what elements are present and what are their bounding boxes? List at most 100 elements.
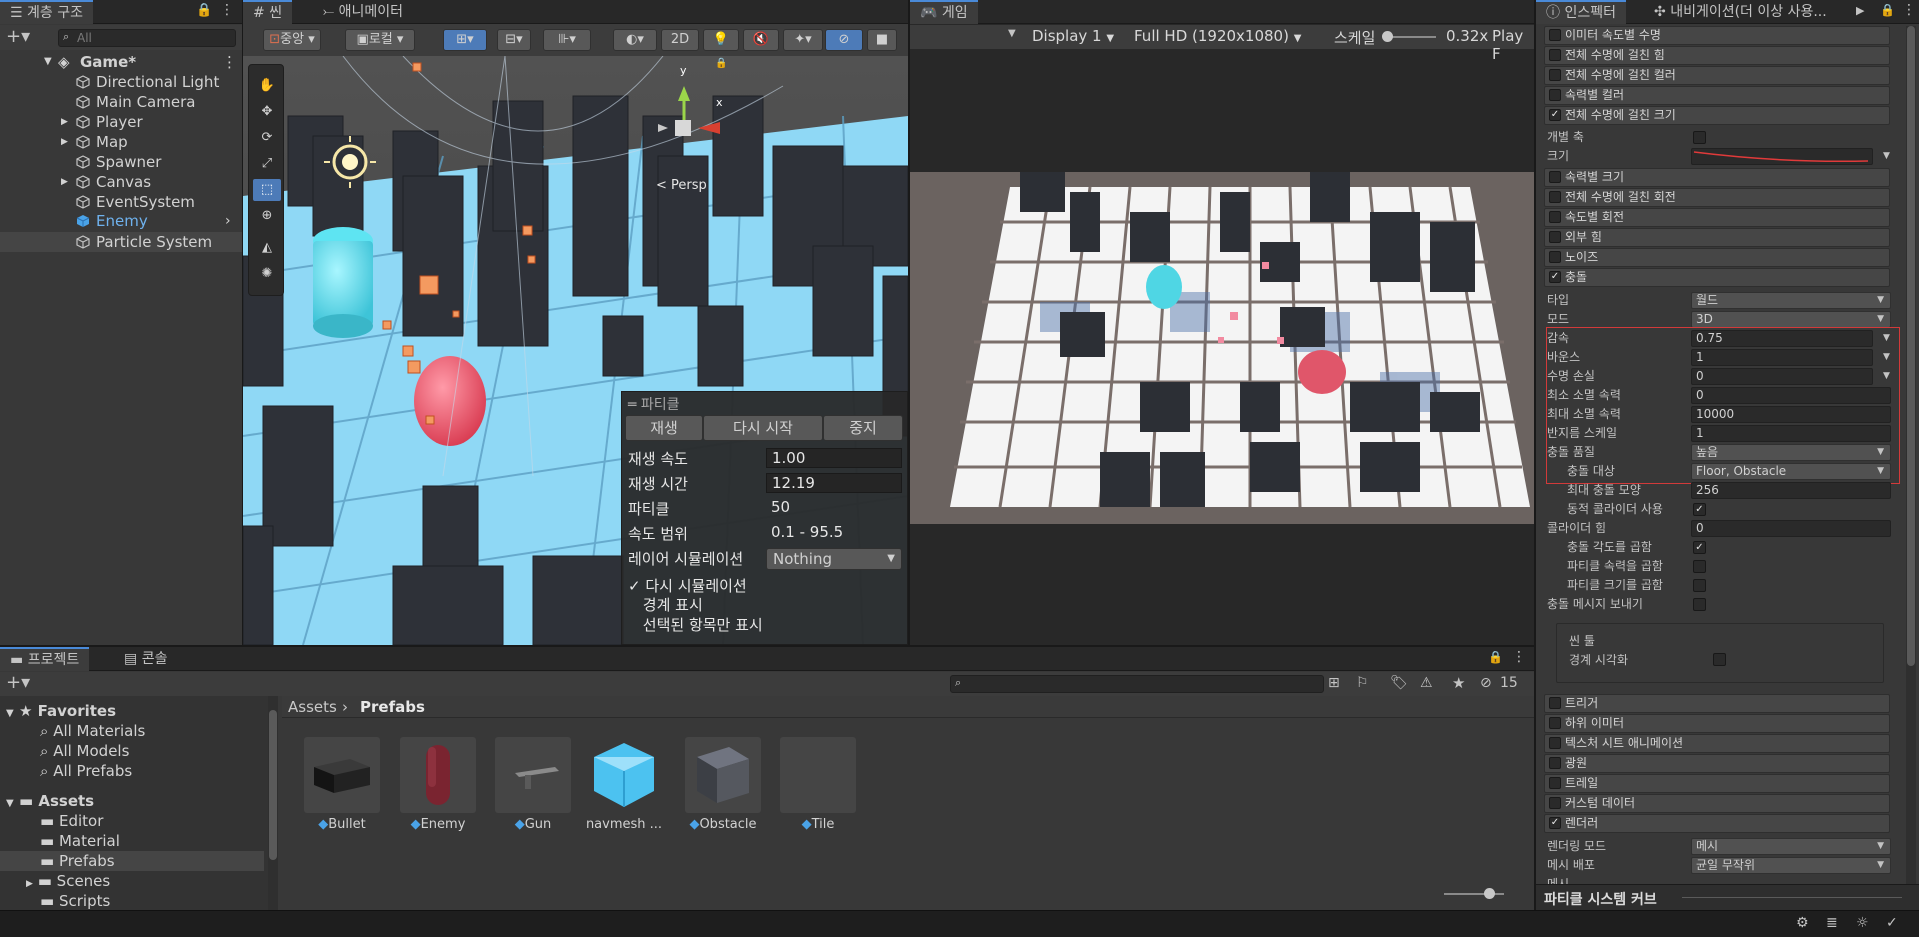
folder-prefabs[interactable]: ▬ Prefabs [0, 851, 264, 871]
scene-root-item[interactable]: ▼ ◈ Game* ⋮ [0, 52, 240, 72]
debug-icon[interactable]: ⚙ [1796, 915, 1809, 931]
increment-snap-button[interactable]: ⊪▾ [543, 29, 591, 51]
max-collision-shapes-field[interactable]: 256 [1691, 482, 1891, 499]
project-search-input[interactable]: ⌕ [950, 675, 1324, 693]
module-noise[interactable]: 노이즈 [1544, 248, 1890, 267]
collision-mode-dropdown[interactable]: 3D ▼ [1691, 311, 1891, 328]
breadcrumb-root[interactable]: Assets [288, 698, 337, 716]
module-checkbox[interactable] [1549, 29, 1561, 41]
chevron-right-icon[interactable]: ▶ [1856, 4, 1864, 17]
collision-type-dropdown[interactable]: 월드 ▼ [1691, 292, 1891, 309]
custom-tool-icon[interactable]: ◭ [253, 237, 281, 259]
move-tool-icon[interactable]: ✥ [253, 101, 281, 123]
module-trails[interactable]: 트레일 [1544, 774, 1890, 793]
scale-slider-thumb[interactable] [1382, 31, 1393, 42]
module-checkbox[interactable] [1549, 251, 1561, 263]
tag-icon[interactable]: 🏷 [1390, 675, 1408, 691]
resolution-dropdown[interactable]: Full HD (1920x1080) ▼ [1134, 27, 1301, 45]
module-external-forces[interactable]: 외부 힘 [1544, 228, 1890, 247]
module-renderer[interactable]: ✓ 렌더러 [1544, 814, 1890, 833]
space-dropdown[interactable]: ▣로컬 ▾ [345, 29, 415, 51]
module-checkbox[interactable] [1549, 231, 1561, 243]
module-checkbox[interactable] [1549, 69, 1561, 81]
favorite-all-prefabs[interactable]: ⌕ All Prefabs [40, 761, 132, 781]
scene-viewport[interactable]: y x 🔒 < Persp ✋ ✥ ⟳ ⤢ ⬚ ⊕ ◭ ✺ ═ 파티클 재생 다… [243, 56, 908, 645]
pivot-dropdown[interactable]: ⊡중앙 ▾ [263, 29, 321, 51]
favorites-header[interactable]: ▼ ★ Favorites [6, 701, 116, 721]
inspector-scrollbar-thumb[interactable] [1907, 26, 1915, 666]
rotate-tool-icon[interactable]: ⟳ [253, 127, 281, 149]
tree-scrollbar-thumb[interactable] [269, 710, 277, 860]
dampen-field[interactable]: 0.75 [1691, 330, 1873, 347]
mode-2d-button[interactable]: 2D [661, 29, 699, 51]
hierarchy-item-canvas[interactable]: ▶ Canvas [0, 172, 240, 192]
chevron-right-icon[interactable]: › [225, 211, 231, 231]
module-color-by-speed[interactable]: 속력별 컬러 [1544, 86, 1890, 105]
module-sub-emitters[interactable]: 하위 이미터 [1544, 714, 1890, 733]
asset-obstacle[interactable]: ◆Obstacle [683, 737, 763, 832]
assets-header[interactable]: ▼ ▬ Assets [6, 791, 94, 811]
hierarchy-item-spawner[interactable]: Spawner [0, 152, 240, 172]
module-size-over-lifetime[interactable]: ✓ 전체 수명에 걸친 크기 [1544, 106, 1890, 125]
hand-tool-icon[interactable]: ✋ [253, 75, 281, 97]
breadcrumb-current[interactable]: Prefabs [360, 698, 425, 716]
asset-enemy[interactable]: ◆Enemy [398, 737, 478, 832]
asset-bullet[interactable]: ◆Bullet [302, 737, 382, 832]
projection-label[interactable]: < Persp [656, 178, 707, 193]
multiply-by-size-checkbox[interactable] [1693, 579, 1706, 592]
tab-animator[interactable]: ⤚ 애니메이터 [313, 0, 413, 24]
module-force-over-lifetime[interactable]: 전체 수명에 걸친 힘 [1544, 46, 1890, 65]
module-checkbox[interactable] [1549, 737, 1561, 749]
progress-check-icon[interactable]: ✓ [1886, 915, 1898, 931]
module-checkbox[interactable] [1549, 717, 1561, 729]
hierarchy-item-directional-light[interactable]: Directional Light [0, 72, 240, 92]
more-menu-icon[interactable]: ⋮ [1902, 2, 1916, 18]
scale-slider[interactable] [1382, 31, 1436, 42]
gizmos-button[interactable]: ■ [867, 29, 897, 51]
favorite-all-models[interactable]: ⌕ All Models [40, 741, 129, 761]
play-focus-dropdown[interactable]: Play F [1492, 27, 1534, 63]
collision-quality-dropdown[interactable]: 높음 ▼ [1691, 444, 1891, 461]
module-checkbox[interactable] [1549, 89, 1561, 101]
send-collision-messages-checkbox[interactable] [1693, 598, 1706, 611]
scene-menu-icon[interactable]: ⋮ [222, 52, 237, 72]
display-dropdown[interactable]: Display 1 ▼ [1032, 27, 1114, 45]
tab-inspector[interactable]: ⓘ 인스펙터 [1536, 0, 1626, 24]
lock-icon[interactable]: 🔒 [1880, 3, 1895, 17]
module-checkbox[interactable] [1549, 757, 1561, 769]
collider-force-field[interactable]: 0 [1691, 520, 1891, 537]
thumbnail-size-thumb[interactable] [1484, 888, 1495, 899]
folder-editor[interactable]: ▬ Editor [40, 811, 103, 831]
size-curve-field[interactable] [1691, 148, 1873, 165]
module-checkbox[interactable] [1549, 191, 1561, 203]
tab-game[interactable]: 🎮 게임 [910, 0, 978, 24]
folder-material[interactable]: ▬ Material [40, 831, 120, 851]
lighting-toggle-button[interactable]: 💡 [703, 29, 739, 51]
module-checkbox[interactable] [1549, 797, 1561, 809]
tab-scene[interactable]: # 씬 [243, 0, 293, 24]
module-checkbox[interactable] [1549, 171, 1561, 183]
module-checkbox[interactable] [1549, 697, 1561, 709]
more-menu-icon[interactable]: ⋮ [220, 2, 234, 18]
hierarchy-search-input[interactable]: ⌕ All [58, 29, 236, 47]
search-by-type-icon[interactable]: ⊞ [1328, 675, 1340, 691]
favorite-all-materials[interactable]: ⌕ All Materials [40, 721, 145, 741]
hierarchy-item-eventsystem[interactable]: EventSystem [0, 192, 240, 212]
rect-tool-icon[interactable]: ⬚ [253, 179, 281, 201]
hidden-packages-icon[interactable]: ⊘ [1480, 675, 1492, 691]
show-bounds-toggle[interactable]: 경계 표시 [628, 594, 703, 615]
favorite-star-icon[interactable]: ★ [1452, 674, 1465, 692]
radius-scale-field[interactable]: 1 [1691, 425, 1891, 442]
module-collision[interactable]: ✓ 충돌 [1544, 268, 1890, 287]
snap-toggle-button[interactable]: ⊞▾ [443, 29, 487, 51]
bounce-field[interactable]: 1 [1691, 349, 1873, 366]
layer-simulation-dropdown[interactable]: Nothing ▼ [766, 548, 902, 570]
curves-panel-header[interactable]: 파티클 시스템 커브 [1536, 884, 1919, 910]
module-texture-sheet-animation[interactable]: 텍스처 시트 애니메이션 [1544, 734, 1890, 753]
hidden-objects-button[interactable]: ⊘ [825, 29, 863, 51]
min-kill-speed-field[interactable]: 0 [1691, 387, 1891, 404]
mesh-distribution-dropdown[interactable]: 균일 무작위 ▼ [1691, 857, 1891, 874]
collides-with-dropdown[interactable]: Floor, Obstacle ▼ [1691, 463, 1891, 480]
draw-mode-button[interactable]: ◐▾ [613, 29, 657, 51]
folder-scenes[interactable]: ▶ ▬ Scenes [26, 871, 110, 891]
